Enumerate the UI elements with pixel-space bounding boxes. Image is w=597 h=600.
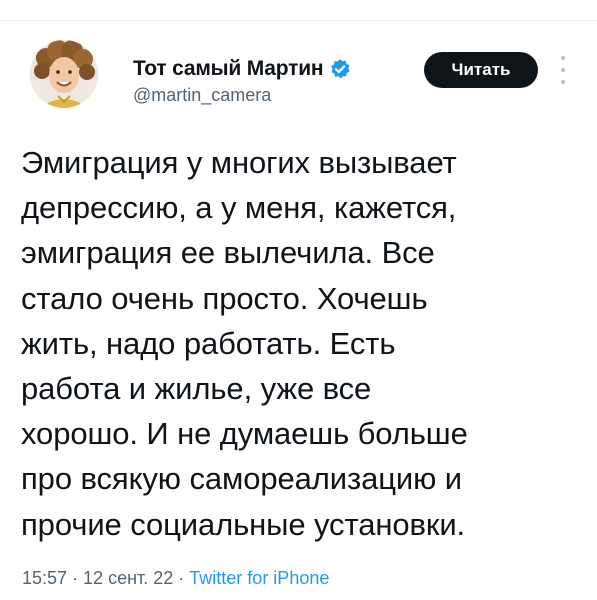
author-name-row: Тот самый Мартин bbox=[133, 54, 351, 84]
tweet-date[interactable]: 12 сент. 22 bbox=[83, 568, 173, 588]
tweet-meta: 15:57 · 12 сент. 22 · Twitter for iPhone bbox=[22, 568, 329, 589]
verified-badge-icon bbox=[329, 58, 351, 80]
follow-button[interactable]: Читать bbox=[424, 52, 538, 88]
meta-separator: · bbox=[178, 568, 185, 588]
author-handle[interactable]: @martin_camera bbox=[133, 85, 351, 106]
author-display-name[interactable]: Тот самый Мартин bbox=[133, 57, 324, 81]
top-divider bbox=[0, 20, 597, 21]
author-info[interactable]: Тот самый Мартин @martin_camera bbox=[133, 54, 351, 106]
more-vertical-icon[interactable] bbox=[556, 56, 570, 84]
more-dot bbox=[561, 80, 565, 84]
tweet-text: Эмиграция у многих вызывает депрессию, а… bbox=[21, 145, 468, 542]
tweet-source-link[interactable]: Twitter for iPhone bbox=[189, 568, 329, 588]
more-dot bbox=[561, 68, 565, 72]
more-dot bbox=[561, 56, 565, 60]
avatar-photo bbox=[30, 40, 98, 108]
tweet-time[interactable]: 15:57 bbox=[22, 568, 67, 588]
avatar[interactable] bbox=[30, 40, 98, 108]
meta-separator: · bbox=[72, 568, 79, 588]
